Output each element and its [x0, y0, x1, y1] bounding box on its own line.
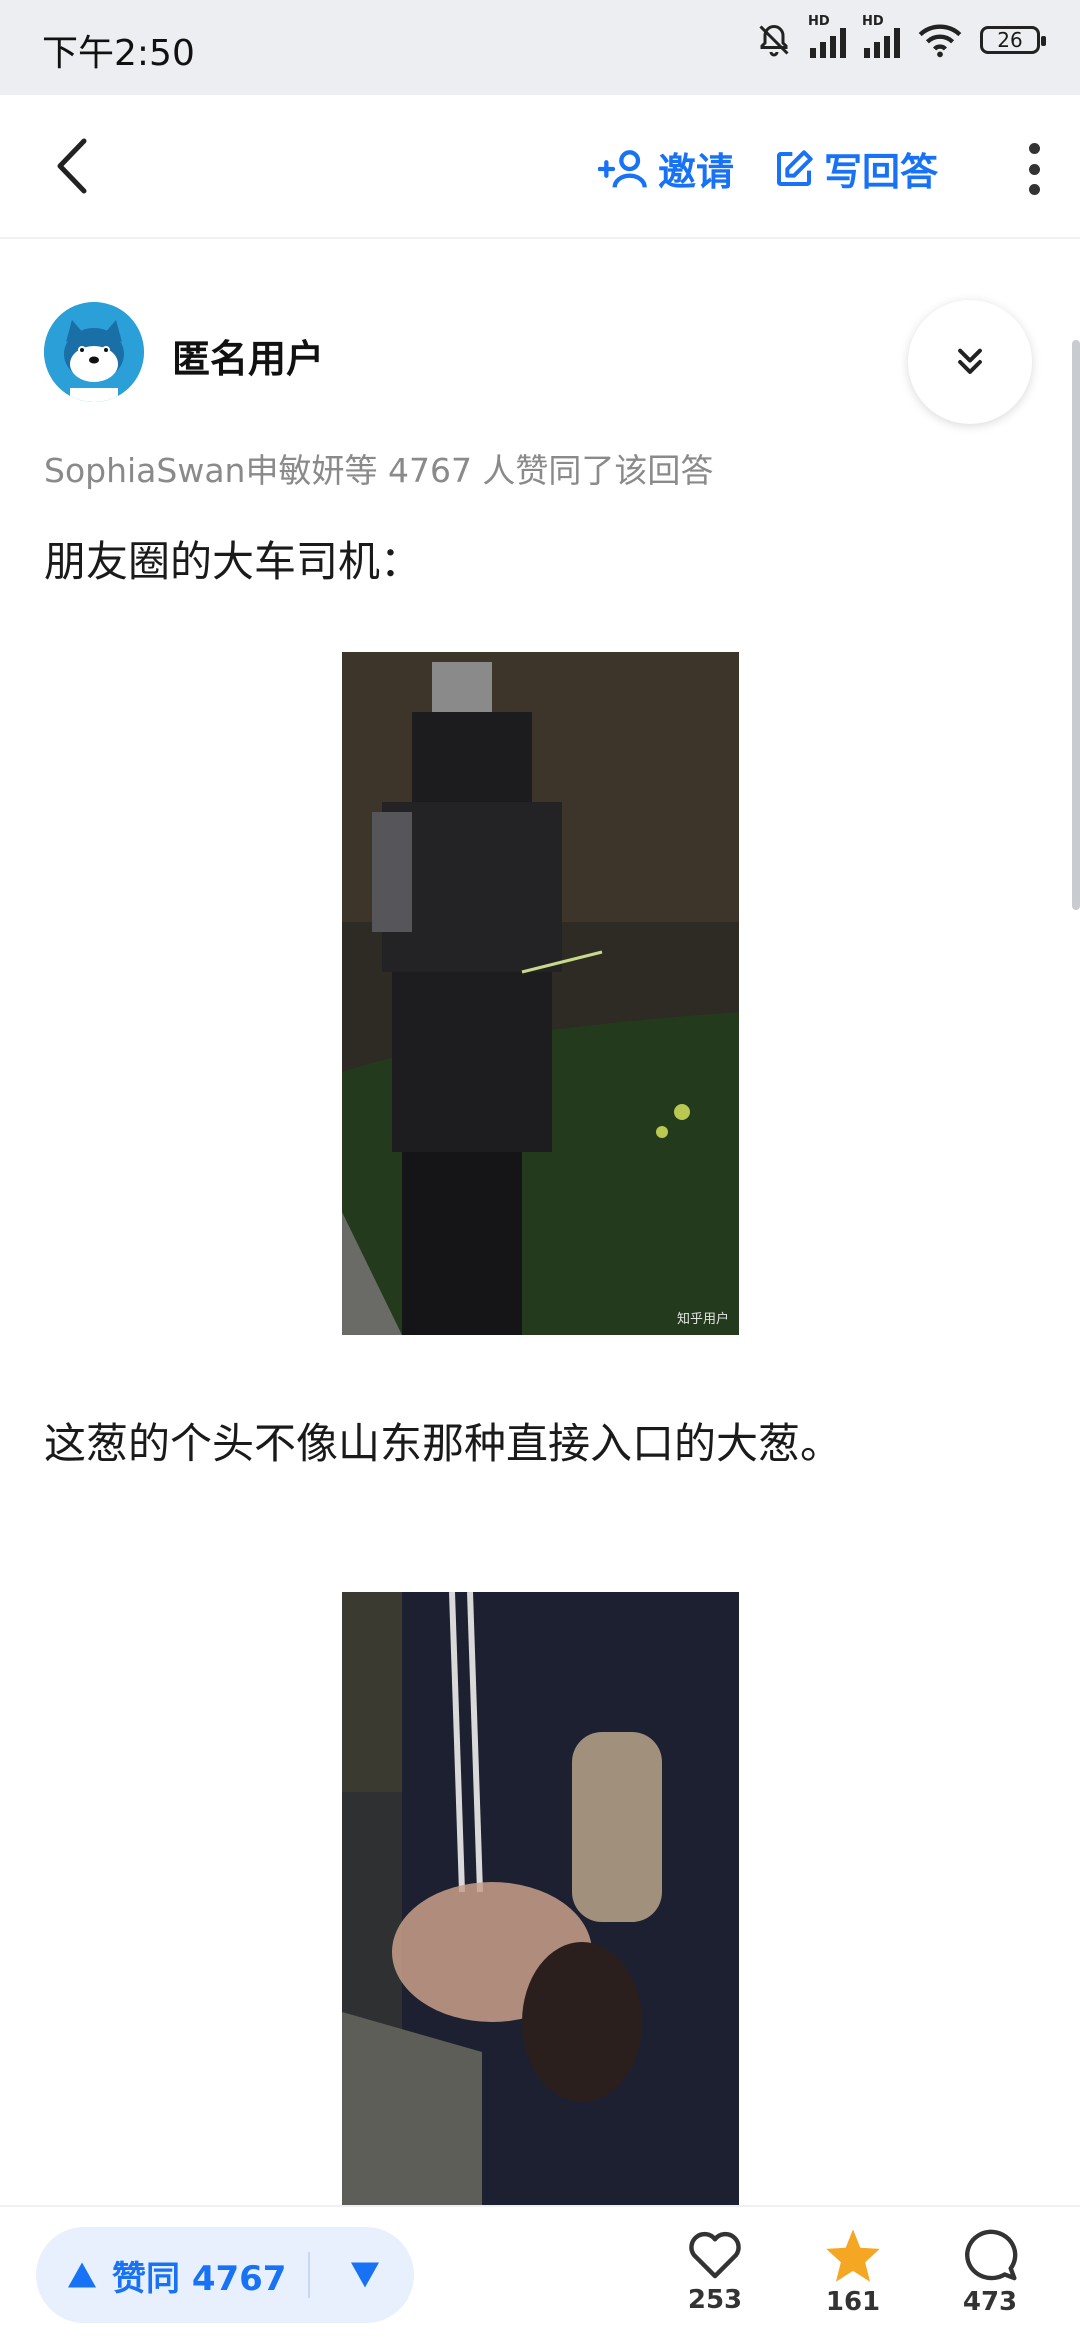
vote-control: 赞同 4767	[36, 2227, 414, 2323]
answer-paragraph: 这葱的个头不像山东那种直接入口的大葱。	[44, 1419, 843, 1468]
triangle-down-icon	[351, 2262, 380, 2288]
likes-summary: SophiaSwan申敏妍等 4767 人赞同了该回答	[44, 451, 714, 490]
collapse-button[interactable]	[908, 300, 1032, 424]
write-answer-label: 写回答	[824, 150, 939, 194]
star-icon	[826, 2229, 880, 2282]
battery-level: 26	[997, 28, 1023, 52]
author-name[interactable]: 匿名用户	[172, 328, 324, 383]
wifi-icon	[918, 24, 962, 58]
bottom-bar: 赞同 4767 253 161 473	[0, 2205, 1080, 2342]
photo-content	[342, 1592, 739, 2210]
answer-paragraph: 朋友圈的大车司机：	[44, 537, 423, 586]
double-chevron-down-icon	[958, 348, 982, 374]
comment-bubble-icon	[965, 2229, 1018, 2281]
mute-bell-icon	[759, 24, 789, 57]
downvote-button[interactable]	[330, 2227, 400, 2323]
image-watermark: 知乎用户	[676, 1312, 729, 1327]
status-icons: HD HD 26	[756, 14, 1046, 58]
back-arrow-icon	[57, 138, 87, 194]
answer-image[interactable]: 知乎用户	[342, 652, 739, 1335]
write-answer-button[interactable]: 写回答	[774, 141, 938, 196]
more-dot-icon	[1028, 163, 1040, 175]
status-bar: 下午2:50 HD HD 26	[0, 0, 1080, 95]
comment-count: 473	[962, 2287, 1018, 2317]
photo-content	[342, 652, 739, 1335]
favorite-count: 161	[825, 2287, 881, 2317]
comment-button[interactable]: 473	[940, 2227, 1040, 2317]
author-avatar[interactable]	[44, 302, 144, 402]
triangle-up-icon	[68, 2262, 96, 2288]
favorite-button[interactable]: 161	[803, 2227, 903, 2317]
battery-icon: 26	[980, 26, 1046, 54]
more-dot-icon	[1028, 143, 1040, 154]
add-user-icon	[598, 149, 647, 188]
vote-divider	[308, 2252, 311, 2298]
upvote-button[interactable]: 赞同 4767	[36, 2227, 286, 2323]
like-button[interactable]: 253	[665, 2227, 765, 2315]
status-time: 下午2:50	[42, 33, 195, 74]
invite-label: 邀请	[658, 150, 735, 194]
more-options-button[interactable]	[1024, 143, 1044, 195]
back-button[interactable]	[44, 131, 104, 201]
signal-icon-1: HD	[808, 14, 846, 58]
edit-icon	[777, 149, 813, 186]
heart-icon	[689, 2231, 741, 2279]
more-dot-icon	[1028, 184, 1040, 195]
scrollbar[interactable]	[1072, 340, 1080, 910]
answer-image[interactable]	[342, 1592, 739, 2210]
top-nav: 邀请 写回答	[0, 95, 1080, 239]
like-count: 253	[687, 2285, 743, 2315]
signal-icon-2: HD	[862, 14, 900, 58]
upvote-label: 赞同 4767	[112, 2258, 287, 2299]
invite-button[interactable]: 邀请	[598, 141, 734, 196]
mascot-avatar-icon	[44, 302, 144, 402]
